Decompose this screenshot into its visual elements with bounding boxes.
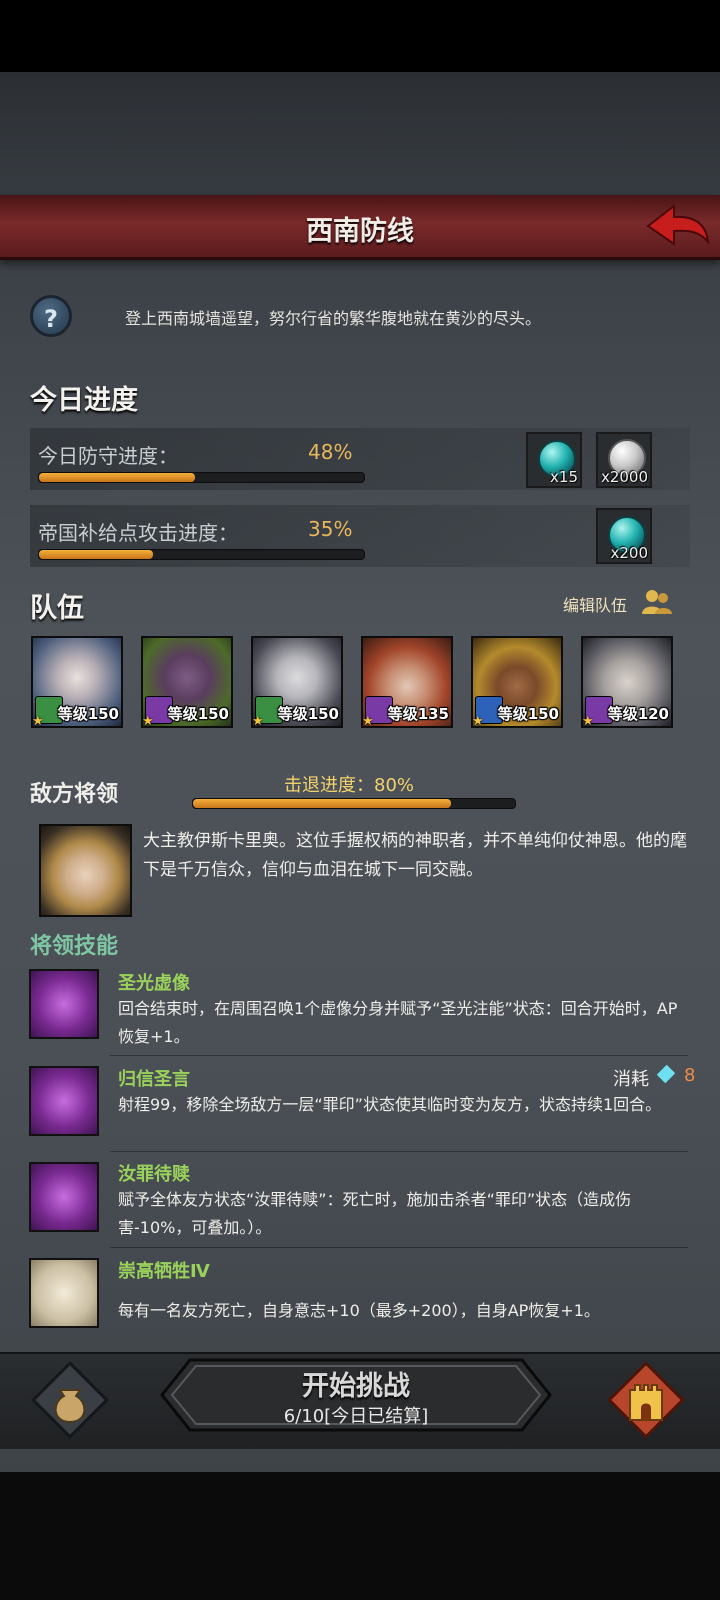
skill-cost-label: 消耗 bbox=[613, 1069, 649, 1090]
star-icon: ★ bbox=[32, 714, 44, 728]
bag-icon[interactable] bbox=[30, 1360, 110, 1440]
skill-cost-value: 8 bbox=[684, 1065, 696, 1086]
hero-card[interactable]: ★ 等级150 bbox=[251, 636, 343, 728]
sin-redemption-skill-icon[interactable] bbox=[29, 1162, 99, 1232]
conversion-skill-icon[interactable] bbox=[29, 1066, 99, 1136]
hero-level: 等级135 bbox=[387, 705, 449, 723]
hero-level: 等级120 bbox=[607, 705, 669, 723]
skill-name: 崇高牺牲Ⅳ bbox=[118, 1261, 210, 1282]
team-members-icon[interactable] bbox=[640, 588, 674, 616]
defense-progress-row: 今日防守进度： 48% bbox=[30, 428, 690, 490]
reward-gem[interactable]: x15 bbox=[526, 432, 582, 488]
start-challenge-label: 开始挑战 bbox=[302, 1371, 410, 1402]
star-icon: ★ bbox=[362, 714, 374, 728]
reward-coin[interactable]: x2000 bbox=[596, 432, 652, 488]
skill-name: 圣光虚像 bbox=[118, 973, 190, 994]
holy-light-phantom-skill-icon[interactable] bbox=[29, 969, 99, 1039]
skill-name: 汝罪待赎 bbox=[118, 1164, 190, 1185]
archbishop-portrait bbox=[41, 826, 130, 915]
hero-level: 等级150 bbox=[497, 705, 559, 723]
team-heading: 队伍 bbox=[30, 593, 84, 624]
castle-icon[interactable] bbox=[606, 1360, 686, 1440]
supply-attack-progress-row: 帝国补给点攻击进度： 35% bbox=[30, 505, 690, 567]
enemy-commander-heading: 敌方将领 bbox=[30, 782, 119, 807]
supply-attack-progress-bar bbox=[38, 549, 365, 560]
defense-progress-bar bbox=[38, 472, 365, 483]
skill-description: 每有一名友方死亡，自身意志+10（最多+200），自身AP恢复+1。 bbox=[118, 1301, 600, 1320]
supply-attack-progress-percent: 35% bbox=[308, 517, 353, 541]
repel-progress-bar bbox=[192, 798, 516, 809]
bottom-area bbox=[0, 1472, 720, 1600]
star-icon: ★ bbox=[142, 714, 154, 728]
supply-attack-progress-label: 帝国补给点攻击进度： bbox=[38, 521, 238, 545]
hero-card[interactable]: ★ 等级150 bbox=[471, 636, 563, 728]
hero-level: 等级150 bbox=[277, 705, 339, 723]
star-icon: ★ bbox=[252, 714, 264, 728]
skill-name: 归信圣言 bbox=[118, 1069, 190, 1090]
skill-divider bbox=[110, 1055, 688, 1056]
skill-divider bbox=[110, 1247, 688, 1248]
help-icon[interactable]: ? bbox=[30, 295, 72, 337]
title-bar: 西南防线 bbox=[0, 195, 720, 260]
back-arrow-icon[interactable] bbox=[644, 200, 712, 252]
repel-progress-fill bbox=[193, 799, 451, 808]
skill-description: 回合结束时，在周围召唤1个虚像分身并赋予“圣光注能”状态：回合开始时，AP恢复+… bbox=[118, 999, 678, 1046]
defense-progress-label: 今日防守进度： bbox=[38, 444, 178, 468]
hero-card[interactable]: ★ 等级150 bbox=[31, 636, 123, 728]
defense-progress-fill bbox=[39, 473, 195, 482]
reward-qty: x2000 bbox=[600, 468, 648, 486]
enemy-description: 大主教伊斯卡里奥。这位手握权柄的神职者，并不单纯仰仗神恩。他的麾下是千万信众，信… bbox=[143, 831, 687, 880]
attempts-remaining: 6/10[今日已结算] bbox=[283, 1406, 429, 1427]
star-icon: ★ bbox=[582, 714, 594, 728]
enemy-portrait[interactable] bbox=[39, 824, 132, 917]
skill-description: 射程99，移除全场敌方一层“罪印”状态使其临时变为友方，状态持续1回合。 bbox=[118, 1095, 662, 1114]
reward-gem[interactable]: x200 bbox=[596, 508, 652, 564]
reward-qty: x15 bbox=[550, 468, 578, 486]
star-icon: ★ bbox=[472, 714, 484, 728]
hero-card[interactable]: ★ 等级150 bbox=[141, 636, 233, 728]
hero-card[interactable]: ★ 等级135 bbox=[361, 636, 453, 728]
hero-card[interactable]: ★ 等级120 bbox=[581, 636, 673, 728]
top-status-area bbox=[0, 0, 720, 72]
skill-divider bbox=[110, 1151, 688, 1152]
hero-level: 等级150 bbox=[167, 705, 229, 723]
hero-level: 等级150 bbox=[57, 705, 119, 723]
noble-sacrifice-skill-icon[interactable] bbox=[29, 1258, 99, 1328]
page-title: 西南防线 bbox=[306, 216, 414, 247]
reward-qty: x200 bbox=[610, 544, 648, 562]
today-progress-heading: 今日进度 bbox=[30, 385, 138, 416]
defense-progress-percent: 48% bbox=[308, 440, 353, 464]
edit-team-button[interactable]: 编辑队伍 bbox=[563, 592, 627, 616]
supply-attack-progress-fill bbox=[39, 550, 153, 559]
skill-description: 赋予全体友方状态“汝罪待赎”：死亡时，施加击杀者“罪印”状态（造成伤害-10%，… bbox=[118, 1190, 632, 1237]
commander-skills-heading: 将领技能 bbox=[30, 934, 119, 959]
repel-progress-label: 击退进度：80% bbox=[284, 775, 415, 796]
intro-text: 登上西南城墙遥望，努尔行省的繁华腹地就在黄沙的尽头。 bbox=[125, 309, 542, 328]
